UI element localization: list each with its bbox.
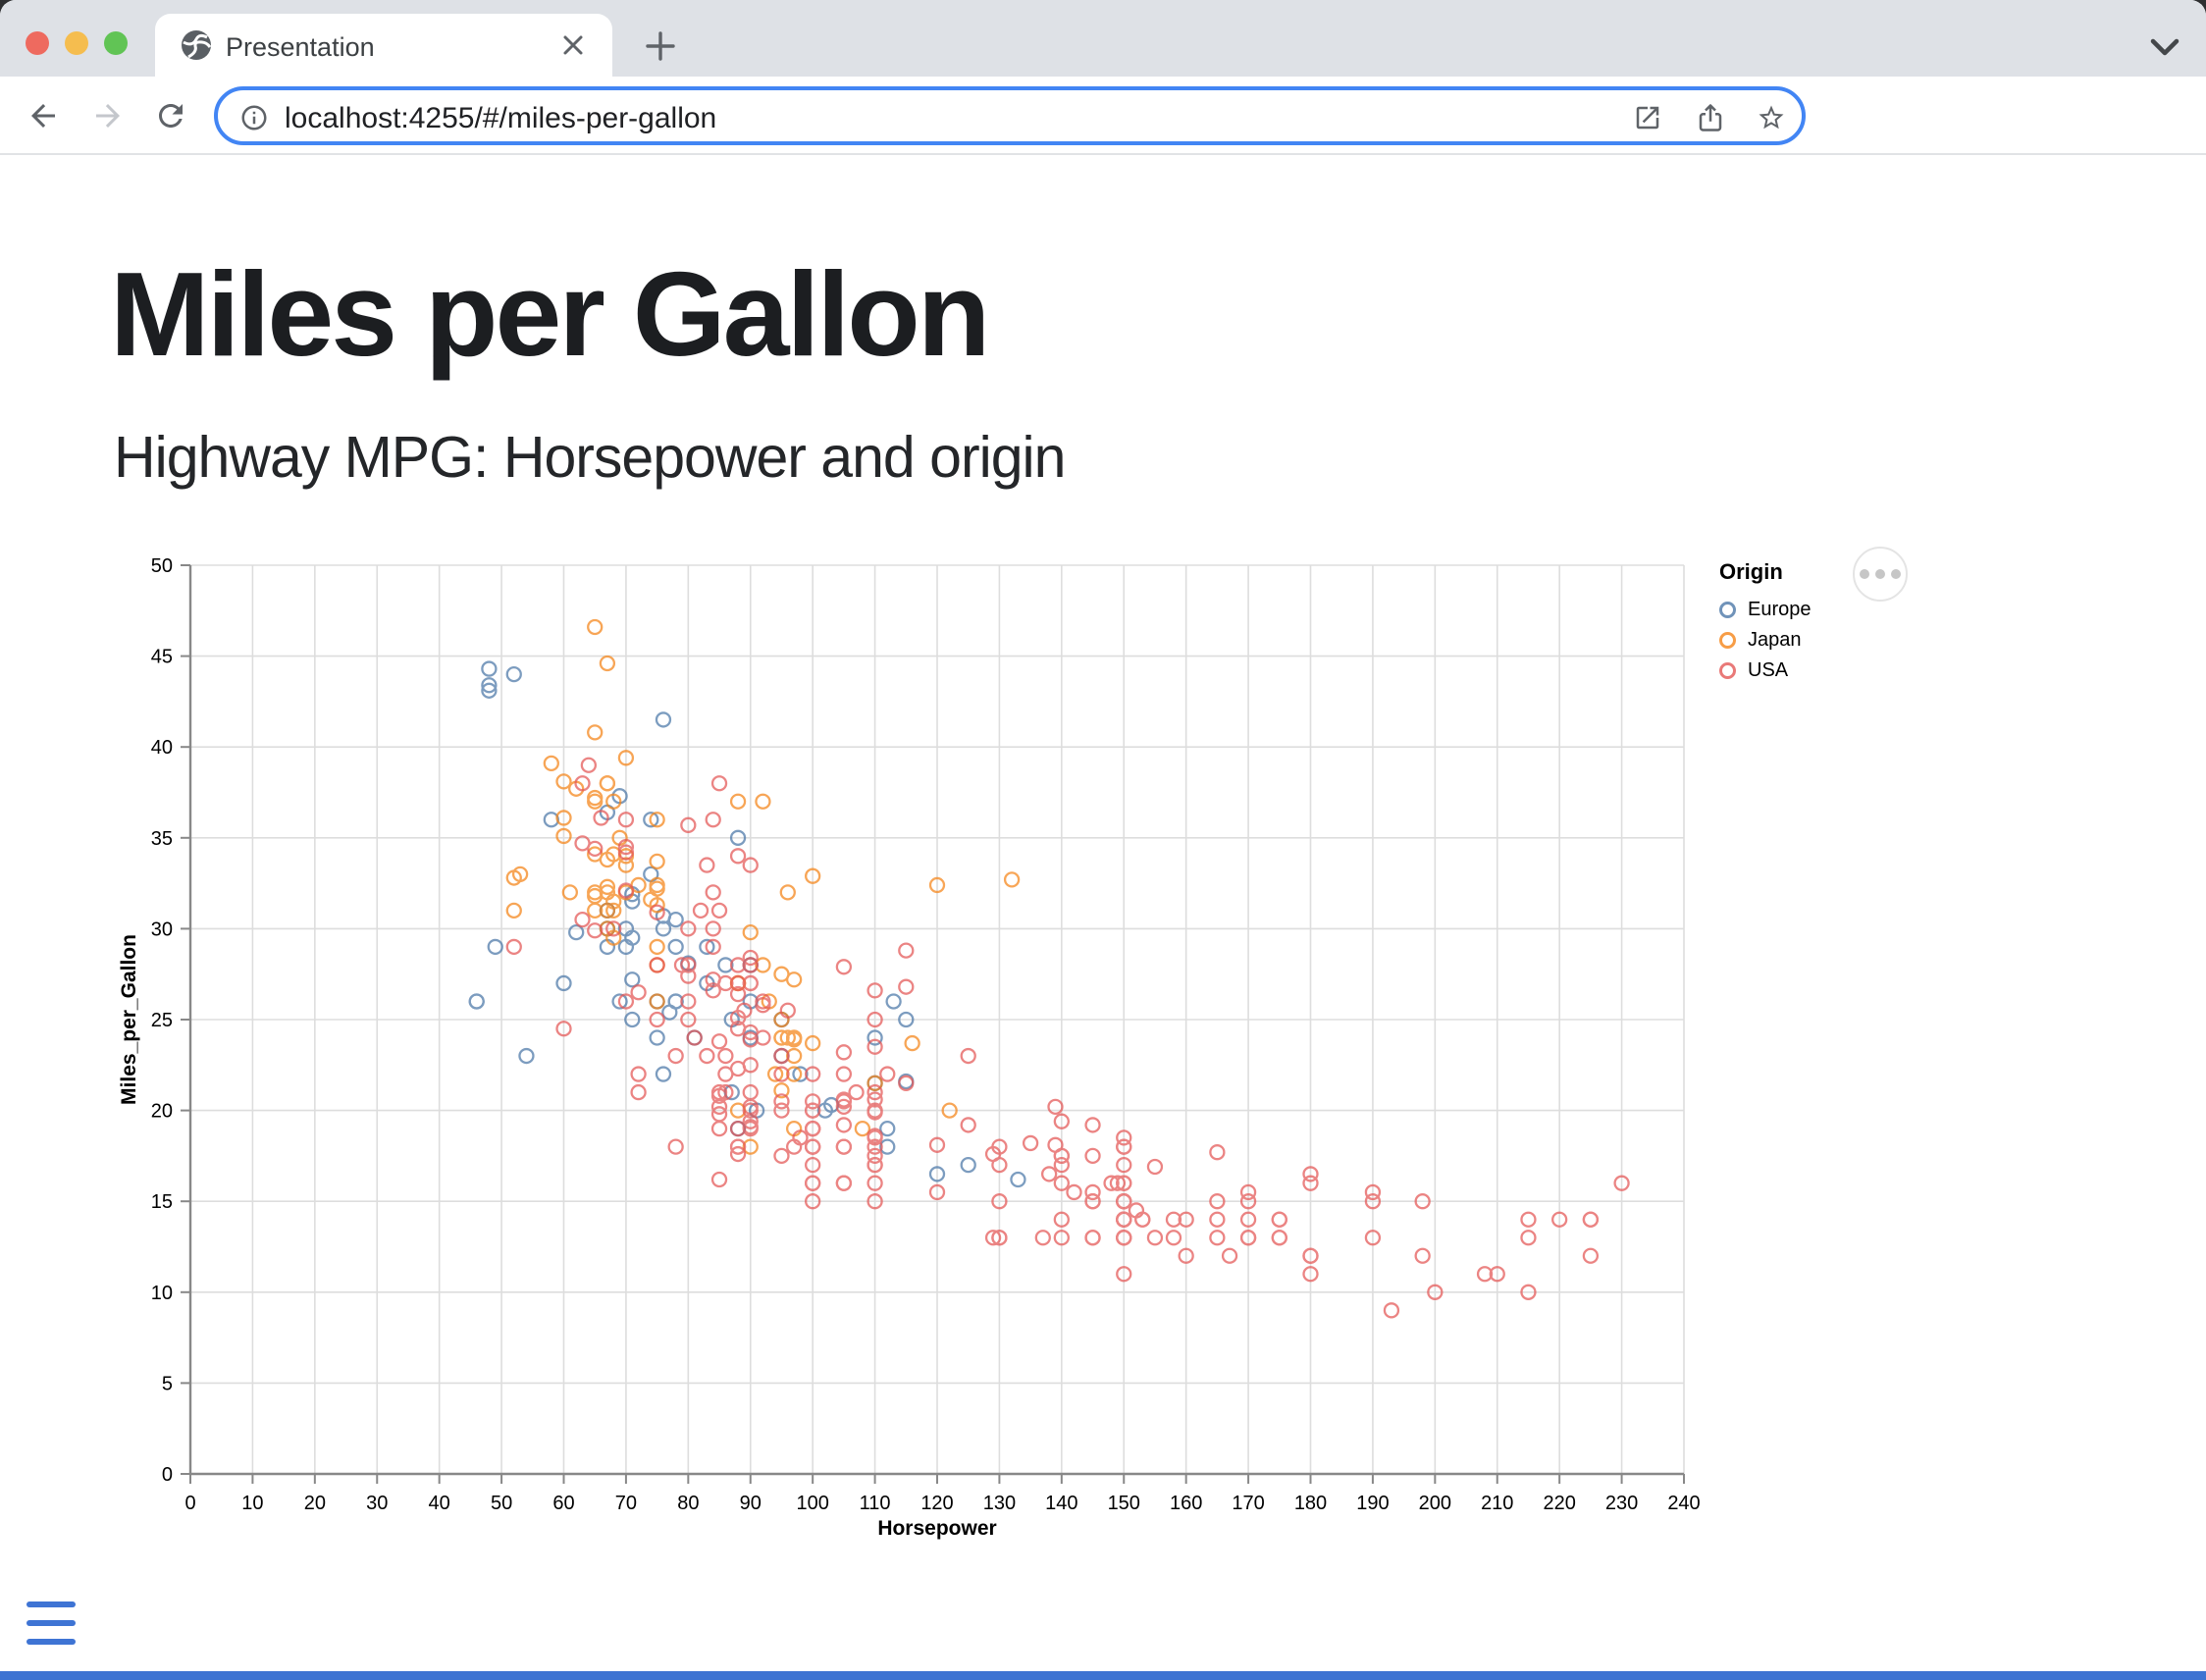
svg-text:20: 20 (151, 1101, 173, 1123)
traffic-light-close-button[interactable] (26, 31, 49, 55)
new-tab-plus-icon[interactable] (644, 29, 677, 63)
svg-text:220: 220 (1543, 1493, 1575, 1514)
legend-item-europe[interactable]: Europe (1719, 595, 1812, 625)
svg-text:210: 210 (1481, 1493, 1513, 1514)
presentation-slide: Miles per Gallon Highway MPG: Horsepower… (0, 157, 2206, 1680)
svg-text:45: 45 (151, 647, 173, 668)
svg-text:15: 15 (151, 1191, 173, 1213)
usa-circle-swatch (1719, 662, 1736, 679)
legend-item-japan[interactable]: Japan (1719, 625, 1812, 656)
europe-circle-swatch (1719, 602, 1736, 618)
scatter-chart: 0102030405060708090100110120130140150160… (0, 157, 2206, 1680)
reload-icon[interactable] (153, 98, 188, 133)
svg-text:130: 130 (983, 1493, 1016, 1514)
svg-text:20: 20 (304, 1493, 326, 1514)
open-in-new-icon[interactable] (1633, 103, 1662, 132)
legend-label: USA (1748, 659, 1788, 682)
svg-text:25: 25 (151, 1010, 173, 1031)
url-text[interactable]: localhost:4255/#/miles-per-gallon (285, 102, 716, 135)
svg-text:35: 35 (151, 828, 173, 850)
y-axis-title: Miles_per_Gallon (118, 934, 140, 1105)
slide-menu-hamburger-icon[interactable] (26, 1601, 76, 1649)
svg-text:150: 150 (1108, 1493, 1140, 1514)
svg-text:80: 80 (677, 1493, 699, 1514)
svg-text:110: 110 (860, 1493, 891, 1514)
svg-text:30: 30 (366, 1493, 388, 1514)
svg-text:170: 170 (1232, 1493, 1264, 1514)
svg-text:180: 180 (1294, 1493, 1327, 1514)
series-japan (507, 620, 1019, 1154)
svg-text:40: 40 (151, 737, 173, 759)
japan-circle-swatch (1719, 632, 1736, 649)
legend-item-usa[interactable]: USA (1719, 656, 1812, 686)
chart-legend: Origin Europe Japan USA (1719, 559, 1812, 686)
svg-text:120: 120 (920, 1493, 953, 1514)
back-arrow-icon[interactable] (26, 98, 61, 133)
tab-close-icon[interactable] (557, 29, 589, 61)
tab-strip: Presentation (0, 0, 2206, 77)
legend-title: Origin (1719, 559, 1812, 585)
svg-text:0: 0 (162, 1464, 173, 1486)
svg-text:70: 70 (615, 1493, 637, 1514)
ellipsis-dot (1860, 569, 1869, 579)
svg-text:60: 60 (552, 1493, 574, 1514)
svg-text:190: 190 (1356, 1493, 1389, 1514)
info-icon[interactable] (239, 103, 269, 132)
globe-icon (181, 29, 212, 61)
tab-search-chevron-down-icon[interactable] (2147, 35, 2182, 59)
x-axis-title: Horsepower (877, 1517, 996, 1540)
url-bar[interactable]: localhost:4255/#/miles-per-gallon (214, 86, 1806, 145)
browser-toolbar: localhost:4255/#/miles-per-gallon (0, 77, 2206, 155)
svg-text:200: 200 (1419, 1493, 1451, 1514)
legend-label: Japan (1748, 629, 1802, 652)
browser-window: Presentation localhost:4255/#/miles-per-… (0, 0, 2206, 1680)
legend-label: Europe (1748, 599, 1812, 621)
ellipsis-dot (1891, 569, 1901, 579)
svg-text:90: 90 (740, 1493, 762, 1514)
svg-text:10: 10 (241, 1493, 263, 1514)
svg-text:5: 5 (162, 1373, 173, 1394)
share-icon[interactable] (1696, 103, 1725, 132)
traffic-light-minimize-button[interactable] (65, 31, 88, 55)
svg-text:40: 40 (429, 1493, 450, 1514)
svg-text:160: 160 (1170, 1493, 1202, 1514)
svg-text:50: 50 (491, 1493, 512, 1514)
presentation-progress-bar[interactable] (0, 1671, 2206, 1680)
svg-text:0: 0 (184, 1493, 195, 1514)
svg-text:230: 230 (1605, 1493, 1638, 1514)
svg-text:240: 240 (1667, 1493, 1700, 1514)
vega-actions-ellipsis-menu-button[interactable] (1853, 547, 1908, 602)
svg-text:10: 10 (151, 1283, 173, 1304)
series-usa (507, 759, 1629, 1318)
traffic-light-zoom-button[interactable] (104, 31, 128, 55)
svg-text:30: 30 (151, 919, 173, 940)
svg-text:50: 50 (151, 555, 173, 577)
series-europe (470, 662, 1025, 1186)
hamburger-line (26, 1620, 76, 1626)
hamburger-line (26, 1639, 76, 1645)
forward-arrow-icon[interactable] (90, 98, 126, 133)
ellipsis-dot (1875, 569, 1885, 579)
browser-tab[interactable]: Presentation (155, 14, 612, 77)
tab-title: Presentation (226, 32, 375, 63)
hamburger-line (26, 1601, 76, 1607)
bookmark-star-icon[interactable] (1757, 103, 1786, 132)
svg-text:140: 140 (1045, 1493, 1077, 1514)
svg-text:100: 100 (796, 1493, 828, 1514)
